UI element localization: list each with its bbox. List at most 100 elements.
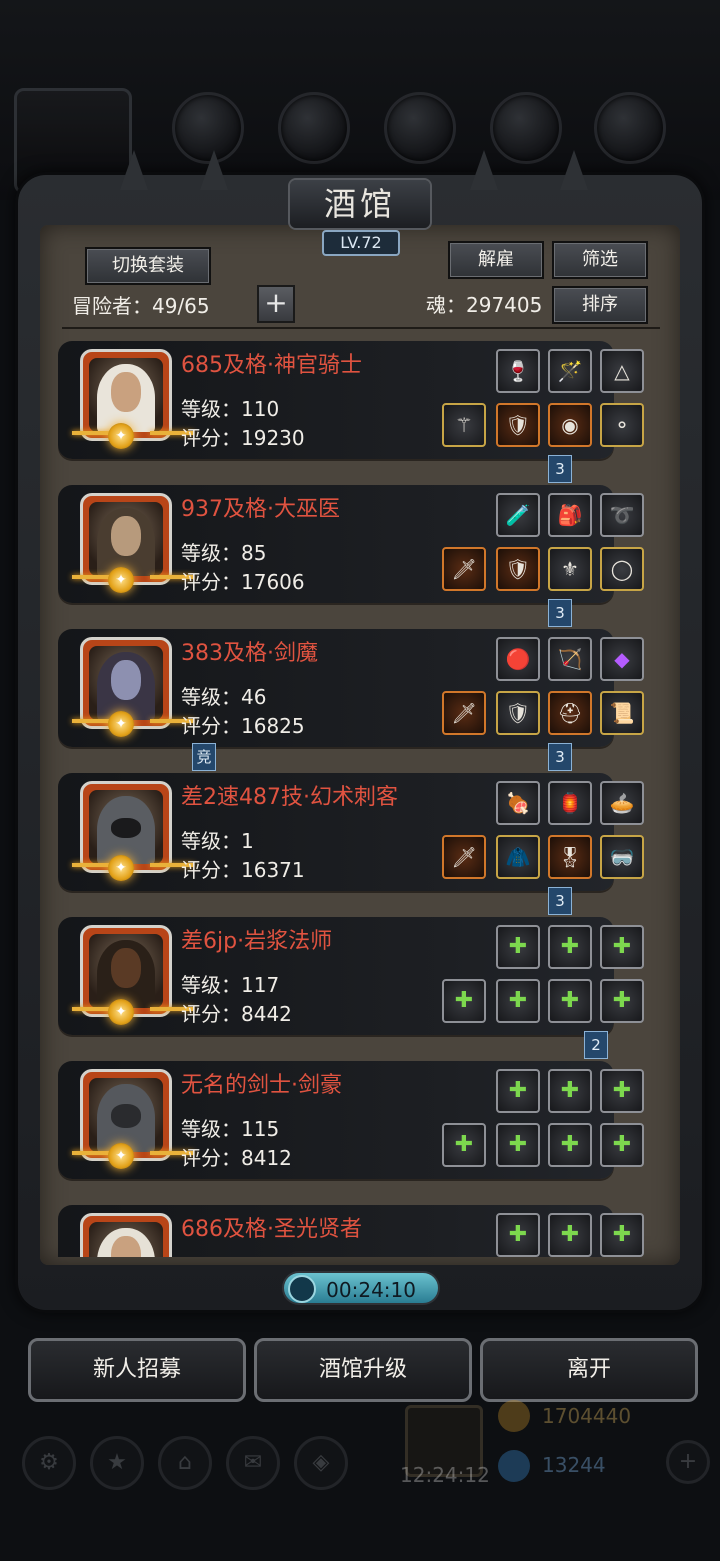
add-currency-plus-icon[interactable]: + [666, 1440, 710, 1484]
timer-text: 00:24:10 [326, 1278, 416, 1302]
gear-slot-icon[interactable]: 🏮 [548, 781, 592, 825]
switch-outfit-button[interactable]: 切换套装 [85, 247, 211, 285]
gear-slot-icon[interactable]: 🪄 [548, 349, 592, 393]
rank-star-icon: ✦ [108, 1143, 134, 1169]
dismiss-button[interactable]: 解雇 [448, 241, 544, 279]
empty-slot-plus-icon[interactable]: ✚ [548, 1069, 592, 1113]
gold-coin-icon [498, 1400, 530, 1432]
gear-slot-icon[interactable]: 🛡 [496, 403, 540, 447]
empty-slot-plus-icon[interactable]: ✚ [600, 1213, 644, 1257]
gear-slot-icon[interactable]: ⛑ [548, 691, 592, 735]
gear-slot-icon[interactable]: 🛡 [496, 547, 540, 591]
frame-ornament [560, 150, 588, 190]
hero-name: 685及格·神官骑士 [181, 353, 362, 378]
gem-icon [498, 1450, 530, 1482]
gear-slot-icon[interactable]: 🥽 [600, 835, 644, 879]
refresh-timer: 00:24:10 [282, 1271, 440, 1305]
hero-list[interactable]: ✦ 685及格·神官骑士 等级：110 评分：19230 🍷 🪄 △ ⚚ 🛡 ◉… [40, 335, 680, 1257]
link-count-badge: 2 [584, 1031, 608, 1059]
hero-name: 无名的剑士·剑豪 [181, 1073, 342, 1098]
hero-level: 等级：85 [181, 541, 267, 565]
gear-slot-icon[interactable]: 🎖 [548, 835, 592, 879]
empty-slot-plus-icon[interactable]: ✚ [548, 925, 592, 969]
gear-slot-icon[interactable]: ⚬ [600, 403, 644, 447]
hero-card[interactable]: ✦ 差6jp·岩浆法师 等级：117 评分：8442 ✚ ✚ ✚ ✚ ✚ ✚ ✚ [58, 917, 644, 1035]
empty-slot-plus-icon[interactable]: ✚ [496, 1213, 540, 1257]
equip-slot-icon[interactable] [278, 92, 350, 164]
gear-slot-icon[interactable]: 🍷 [496, 349, 540, 393]
hero-portrait [80, 1213, 172, 1257]
gear-slot-icon[interactable]: 🗡 [442, 691, 486, 735]
gear-slot-icon[interactable]: 🍖 [496, 781, 540, 825]
empty-slot-plus-icon[interactable]: ✚ [496, 1123, 540, 1167]
star-menu-icon[interactable]: ★ [90, 1436, 144, 1490]
gear-slot-icon[interactable]: 🗡 [442, 547, 486, 591]
empty-slot-plus-icon[interactable]: ✚ [600, 925, 644, 969]
hero-level: 等级：115 [181, 1117, 280, 1141]
empty-slot-plus-icon[interactable]: ✚ [600, 1123, 644, 1167]
empty-slot-plus-icon[interactable]: ✚ [496, 979, 540, 1023]
gear-slot-icon[interactable]: 🥧 [600, 781, 644, 825]
hero-card[interactable]: ✦ 685及格·神官骑士 等级：110 评分：19230 🍷 🪄 △ ⚚ 🛡 ◉… [58, 341, 644, 459]
gear-slot-icon[interactable]: 🧪 [496, 493, 540, 537]
hero-name: 383及格·剑魔 [181, 641, 318, 666]
empty-slot-plus-icon[interactable]: ✚ [548, 1123, 592, 1167]
gear-slot-icon[interactable]: 🔴 [496, 637, 540, 681]
equip-slot-icon[interactable] [594, 92, 666, 164]
empty-slot-plus-icon[interactable]: ✚ [548, 1213, 592, 1257]
mail-icon[interactable]: ✉ [226, 1436, 280, 1490]
gear-slot-icon[interactable]: 🛡 [496, 691, 540, 735]
hero-name: 686及格·圣光贤者 [181, 1217, 362, 1242]
equip-slot-icon[interactable] [490, 92, 562, 164]
upgrade-tavern-button[interactable]: 酒馆升级 [254, 1338, 472, 1402]
gear-slot-icon[interactable]: ◉ [548, 403, 592, 447]
empty-slot-plus-icon[interactable]: ✚ [442, 979, 486, 1023]
frame-ornament [200, 150, 228, 190]
gear-slot-icon[interactable]: 🗡 [442, 835, 486, 879]
gear-slot-icon[interactable]: ⚚ [442, 403, 486, 447]
gear-slot-icon[interactable]: 🧥 [496, 835, 540, 879]
gear-slot-icon[interactable]: ➰ [600, 493, 644, 537]
hero-card[interactable]: ✦ 无名的剑士·剑豪 等级：115 评分：8412 ✚ ✚ ✚ ✚ ✚ ✚ ✚ [58, 1061, 644, 1179]
empty-slot-plus-icon[interactable]: ✚ [600, 979, 644, 1023]
gear-slot-icon[interactable]: △ [600, 349, 644, 393]
settings-gear-icon[interactable]: ⚙ [22, 1436, 76, 1490]
rank-star-icon: ✦ [108, 567, 134, 593]
soul-count: 魂：297405 [426, 293, 543, 317]
filter-button[interactable]: 筛选 [552, 241, 648, 279]
equip-slot-icon[interactable] [384, 92, 456, 164]
empty-slot-plus-icon[interactable]: ✚ [496, 925, 540, 969]
hero-name: 差6jp·岩浆法师 [181, 929, 333, 954]
game-clock: 12:24:12 [400, 1463, 490, 1487]
hero-level: 等级：117 [181, 973, 280, 997]
gear-slot-icon[interactable]: ◆ [600, 637, 644, 681]
empty-slot-plus-icon[interactable]: ✚ [496, 1069, 540, 1113]
gem-amount: 13244 [542, 1453, 606, 1477]
clock-icon [288, 1275, 316, 1303]
hero-card[interactable]: ✦ 383及格·剑魔 等级：46 评分：16825 🔴 🏹 ◆ 🗡 🛡 ⛑ 📜 [58, 629, 644, 747]
gear-slot-icon[interactable]: ◯ [600, 547, 644, 591]
sort-button[interactable]: 排序 [552, 286, 648, 324]
empty-slot-plus-icon[interactable]: ✚ [442, 1123, 486, 1167]
gear-slot-icon[interactable]: 🏹 [548, 637, 592, 681]
link-count-badge: 3 [548, 887, 572, 915]
hero-level: 等级：110 [181, 397, 280, 421]
rank-star-icon: ✦ [108, 855, 134, 881]
hero-score: 评分：16825 [181, 714, 305, 738]
hero-card[interactable]: ✦ 937及格·大巫医 等级：85 评分：17606 🧪 🎒 ➰ 🗡 🛡 ⚜ ◯ [58, 485, 644, 603]
empty-slot-plus-icon[interactable]: ✚ [548, 979, 592, 1023]
hero-card[interactable]: 686及格·圣光贤者 ✚ ✚ ✚ [58, 1205, 644, 1257]
gear-slot-icon[interactable]: 🎒 [548, 493, 592, 537]
recruit-button[interactable]: 新人招募 [28, 1338, 246, 1402]
gear-slot-icon[interactable]: 📜 [600, 691, 644, 735]
tavern-level-badge: LV.72 [322, 230, 400, 256]
link-count-badge: 3 [548, 599, 572, 627]
frame-ornament [120, 150, 148, 190]
add-slot-button[interactable]: + [257, 285, 295, 323]
leave-button[interactable]: 离开 [480, 1338, 698, 1402]
empty-slot-plus-icon[interactable]: ✚ [600, 1069, 644, 1113]
map-icon[interactable]: ◈ [294, 1436, 348, 1490]
tavern-menu-icon[interactable]: ⌂ [158, 1436, 212, 1490]
hero-card[interactable]: ✦ 差2速487技·幻术刺客 等级：1 评分：16371 🍖 🏮 🥧 🗡 🧥 🎖… [58, 773, 644, 891]
gear-slot-icon[interactable]: ⚜ [548, 547, 592, 591]
